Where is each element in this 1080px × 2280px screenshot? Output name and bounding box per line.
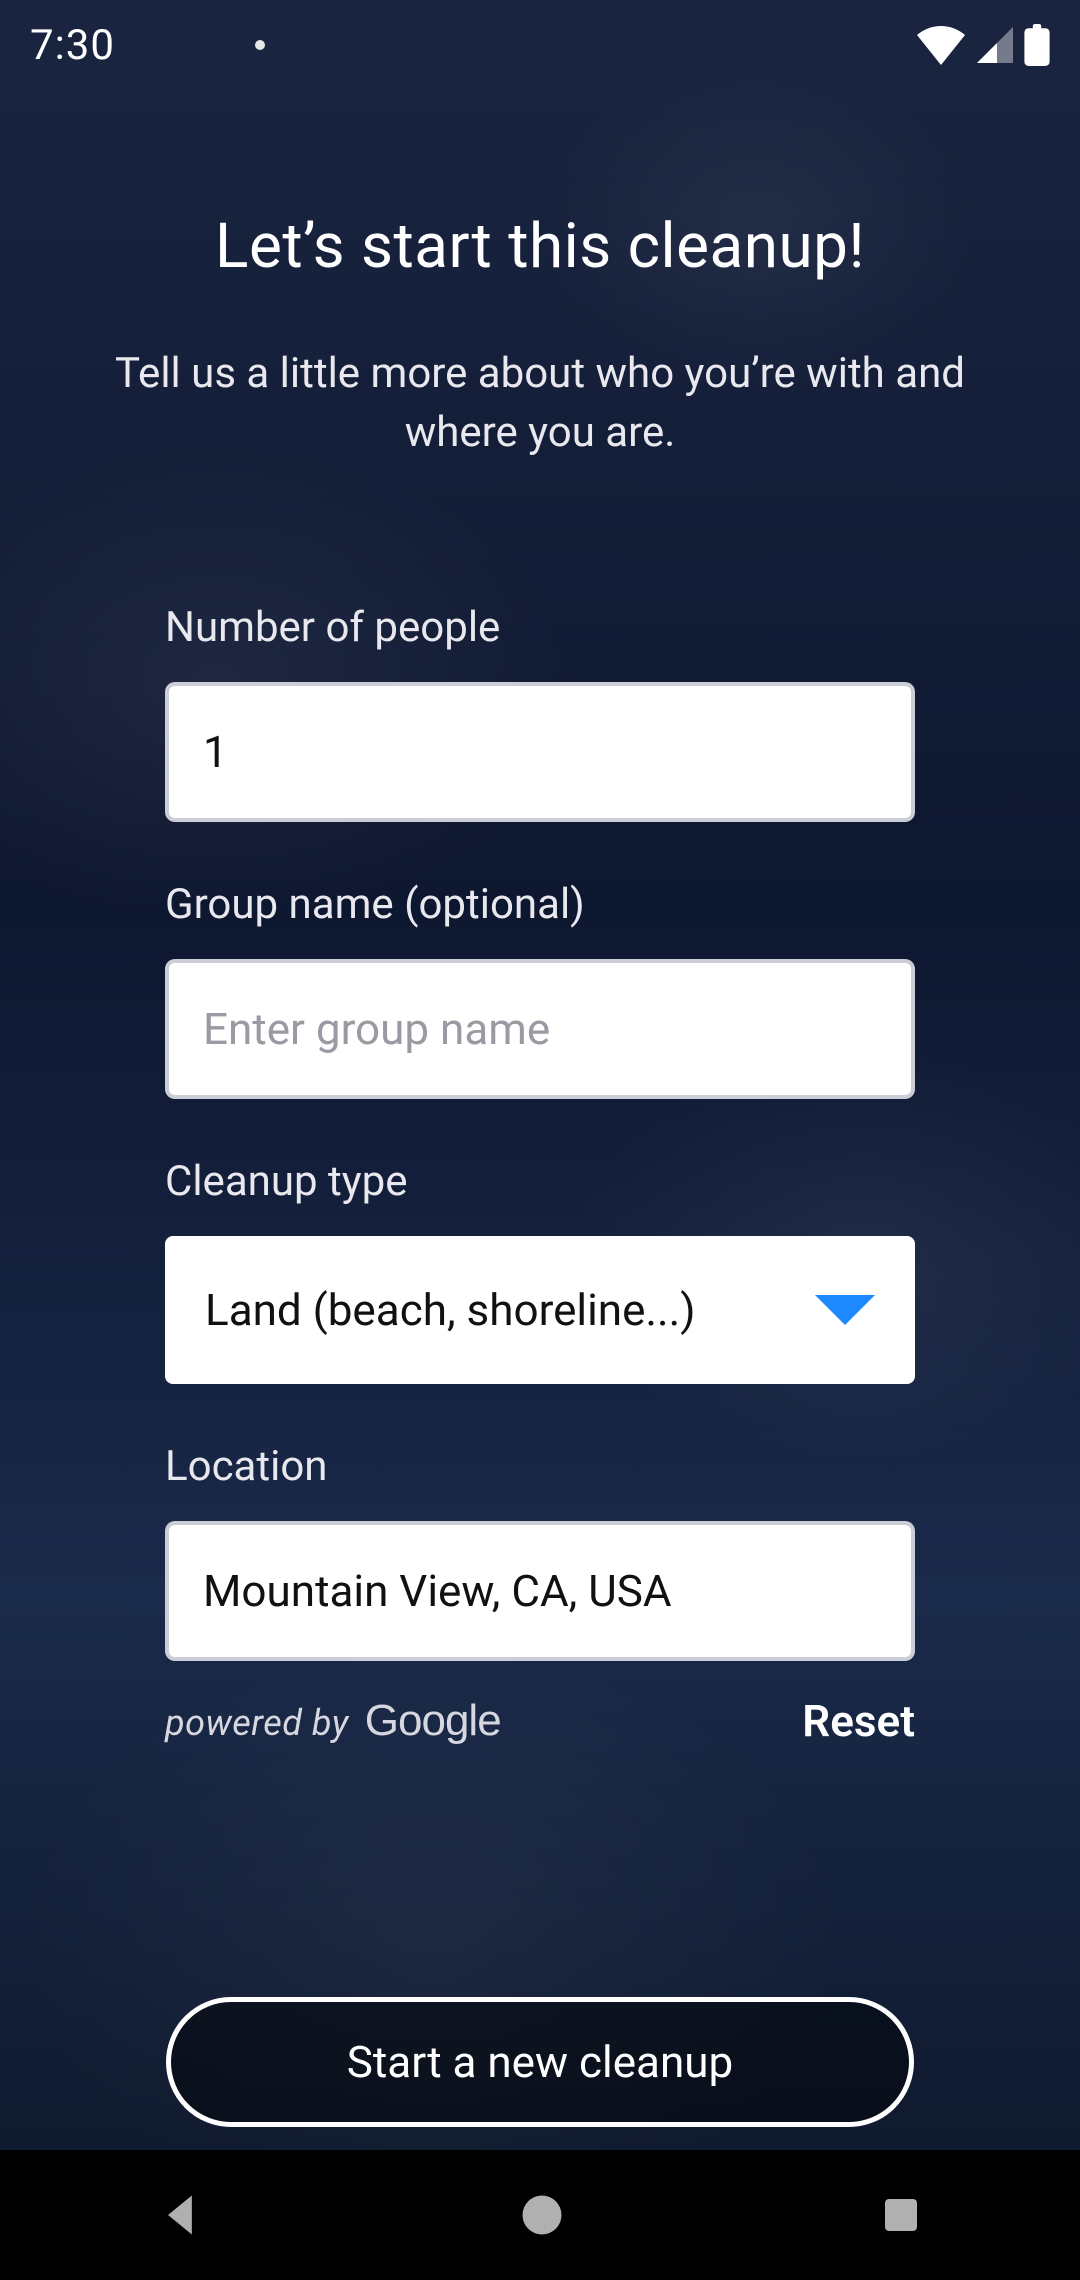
- google-logo-text: Google: [365, 1696, 501, 1746]
- location-footer: powered by Google Reset: [165, 1695, 915, 1747]
- group-name-input[interactable]: [165, 959, 915, 1099]
- location-label: Location: [165, 1442, 915, 1491]
- page-subtitle: Tell us a little more about who you’re w…: [0, 345, 1080, 463]
- people-label: Number of people: [165, 603, 915, 652]
- cellular-icon: [974, 25, 1016, 65]
- status-dot-icon: [255, 40, 265, 50]
- status-bar-left: 7:30: [30, 21, 265, 70]
- main-content: Let’s start this cleanup! Tell us a litt…: [0, 0, 1080, 2150]
- status-time: 7:30: [30, 21, 115, 70]
- nav-back-icon[interactable]: [155, 2189, 207, 2241]
- people-field-block: Number of people: [165, 603, 915, 822]
- cleanup-form: Number of people Group name (optional) C…: [0, 603, 1080, 2150]
- location-input[interactable]: [165, 1521, 915, 1661]
- app-screen: 7:30 Let’s start this cleanup! Tell us a…: [0, 0, 1080, 2280]
- nav-recent-icon[interactable]: [877, 2191, 925, 2239]
- chevron-down-icon: [815, 1295, 875, 1325]
- group-field-block: Group name (optional): [165, 880, 915, 1099]
- powered-by-google: powered by Google: [165, 1696, 501, 1746]
- android-nav-bar: [0, 2150, 1080, 2280]
- start-cleanup-button[interactable]: Start a new cleanup: [166, 1997, 914, 2127]
- cleanup-type-select[interactable]: Land (beach, shoreline...): [165, 1236, 915, 1384]
- wifi-icon: [916, 25, 966, 65]
- cleanup-type-field-block: Cleanup type Land (beach, shoreline...): [165, 1157, 915, 1384]
- nav-home-icon[interactable]: [516, 2189, 568, 2241]
- cleanup-type-value: Land (beach, shoreline...): [205, 1284, 815, 1336]
- group-label: Group name (optional): [165, 880, 915, 929]
- page-title: Let’s start this cleanup!: [0, 210, 1080, 283]
- reset-location-button[interactable]: Reset: [802, 1695, 915, 1747]
- location-field-block: Location powered by Google Reset: [165, 1442, 915, 1747]
- powered-by-prefix: powered by: [165, 1702, 349, 1744]
- people-input[interactable]: [165, 682, 915, 822]
- status-bar-right: [916, 24, 1050, 66]
- cleanup-type-label: Cleanup type: [165, 1157, 915, 1206]
- battery-icon: [1024, 24, 1050, 66]
- status-bar: 7:30: [0, 0, 1080, 90]
